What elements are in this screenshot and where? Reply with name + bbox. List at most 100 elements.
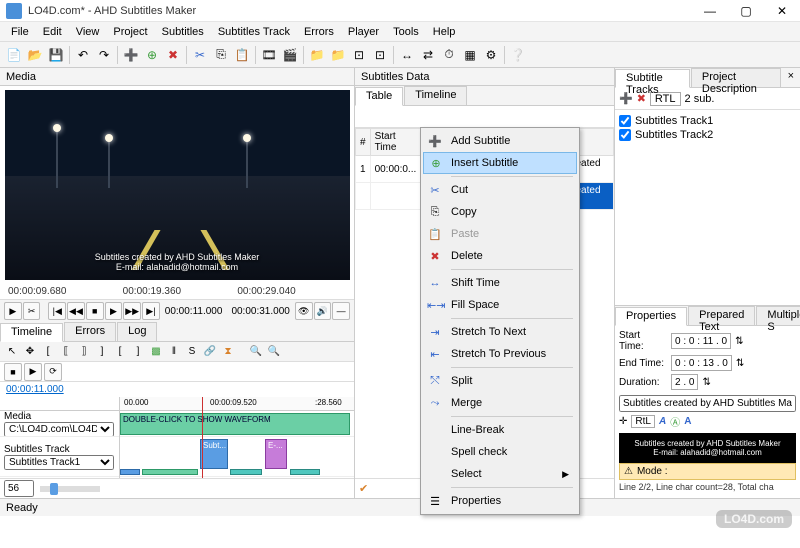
sync-icon[interactable]: ↔ [397,45,417,65]
ctx-split[interactable]: ⤲Split [423,370,577,392]
menu-subtitles-track[interactable]: Subtitles Track [211,24,297,40]
prev-mark-icon[interactable]: |◀ [48,302,66,320]
scissors-icon[interactable]: ✂ [23,302,41,320]
ctx-paste[interactable]: 📋Paste [423,223,577,245]
vol-slider[interactable]: — [332,302,350,320]
export-icon[interactable]: 📁 [328,45,348,65]
pause-icon[interactable]: ‖ [166,344,182,360]
close-panel-icon[interactable]: × [782,68,800,87]
spinner-icon[interactable]: ⇅ [735,336,743,347]
save-icon[interactable]: 💾 [46,45,66,65]
ctx-select[interactable]: Select▶ [423,463,577,485]
track-checkbox[interactable] [619,129,631,141]
mark-in-icon[interactable]: [ [112,344,128,360]
tab-timeline[interactable]: Timeline [0,323,63,342]
redo-icon[interactable]: ↷ [94,45,114,65]
menu-project[interactable]: Project [106,24,154,40]
tl-waveform-clip[interactable]: DOUBLE-CLICK TO SHOW WAVEFORM [120,413,350,435]
minimize-button[interactable]: — [692,0,728,22]
tl-play-icon[interactable]: ▶ [24,363,42,381]
tab-timeline2[interactable]: Timeline [404,86,467,105]
ctx-delete[interactable]: ✖Delete [423,245,577,267]
tl-subtitle-track[interactable]: Subt... E-... [120,437,354,477]
menu-file[interactable]: File [4,24,36,40]
sync2-icon[interactable]: ⇄ [418,45,438,65]
end-time-input[interactable]: 0 : 0 : 13 . 0 [671,355,732,371]
ctx-merge[interactable]: ⤳Merge [423,392,577,414]
import-icon[interactable]: 📁 [307,45,327,65]
tl-sub-clip-1[interactable]: Subt... [200,439,228,469]
menu-errors[interactable]: Errors [297,24,341,40]
video-preview[interactable]: Subtitles created by AHD Subtitles Maker… [5,90,350,280]
ctx-spell-check[interactable]: Spell check [423,441,577,463]
bracket-l2-icon[interactable]: ⟦ [58,344,74,360]
spinner-icon[interactable]: ⇅ [736,358,744,369]
cut-icon[interactable]: ✂ [190,45,210,65]
add2-icon[interactable]: ⊕ [142,45,162,65]
video-icon[interactable]: ▦ [460,45,480,65]
stop-icon[interactable]: ■ [86,302,104,320]
eye-icon[interactable]: 👁 [295,302,313,320]
menu-edit[interactable]: Edit [36,24,69,40]
spinner-icon[interactable]: ⇅ [702,377,710,388]
add-line-icon[interactable]: ✛ [619,416,627,427]
hourglass-icon[interactable]: ⧗ [220,344,236,360]
close-button[interactable]: ✕ [764,0,800,22]
gear-icon[interactable]: ⚙ [481,45,501,65]
list-item[interactable]: Subtitles Track1 [619,114,796,128]
pointer-icon[interactable]: ↖ [4,344,20,360]
maximize-button[interactable]: ▢ [728,0,764,22]
tab-properties[interactable]: Properties [615,307,687,326]
bracket-l-icon[interactable]: [ [40,344,56,360]
tl-loop-icon[interactable]: ⟳ [44,363,62,381]
menu-subtitles[interactable]: Subtitles [155,24,211,40]
copy-icon[interactable]: ⎘ [211,45,231,65]
timeline-cursor[interactable] [202,397,203,478]
ctx-properties[interactable]: ☰Properties [423,490,577,512]
ctx-shift-time[interactable]: ↔Shift Time [423,272,577,294]
bold-icon[interactable]: A [684,416,691,427]
db2-icon[interactable]: ⊡ [370,45,390,65]
bracket-r2-icon[interactable]: ⟧ [76,344,92,360]
wave-icon[interactable]: ▩ [148,344,164,360]
ctx-insert-subtitle[interactable]: ⊕Insert Subtitle [423,152,577,174]
tab-table[interactable]: Table [355,87,403,106]
db-icon[interactable]: ⊡ [349,45,369,65]
timeline-time-link[interactable]: 00:00:11.000 [0,382,354,397]
movie-icon[interactable]: 🎬 [280,45,300,65]
menu-help[interactable]: Help [426,24,463,40]
menu-view[interactable]: View [69,24,107,40]
duration-input[interactable]: 2 . 0 [671,374,698,390]
volume-icon[interactable]: 🔊 [314,302,332,320]
track-checkbox[interactable] [619,115,631,127]
zoom-input[interactable] [4,480,34,497]
tab-log[interactable]: Log [117,322,157,341]
menu-player[interactable]: Player [341,24,386,40]
ctx-add-subtitle[interactable]: ➕Add Subtitle [423,130,577,152]
bracket-r-icon[interactable]: ] [94,344,110,360]
ctx-line-break[interactable]: Line-Break [423,419,577,441]
col-num[interactable]: # [356,129,371,156]
ctx-stretch-prev[interactable]: ⇤Stretch To Previous [423,343,577,365]
tl-sub-clip-2[interactable]: E-... [265,439,287,469]
rtl-btn[interactable]: RtL [631,415,655,428]
ctx-cut[interactable]: ✂Cut [423,179,577,201]
start-time-input[interactable]: 0 : 0 : 11 . 0 [671,333,731,349]
move-icon[interactable]: ✥ [22,344,38,360]
add-icon[interactable]: ➕ [121,45,141,65]
zoom-slider[interactable] [40,486,100,492]
list-item[interactable]: Subtitles Track2 [619,128,796,142]
menu-tools[interactable]: Tools [386,24,426,40]
check-icon[interactable]: ✔ [359,482,368,495]
link-icon[interactable]: 🔗 [202,344,218,360]
open-icon[interactable]: 📂 [25,45,45,65]
new-icon[interactable]: 📄 [4,45,24,65]
tl-media-select[interactable]: C:\LO4D.com\LO4D.com - Test [4,422,114,437]
tl-stop-icon[interactable]: ■ [4,363,22,381]
ctx-fill-space[interactable]: ⇤⇥Fill Space [423,294,577,316]
color-icon[interactable]: Ⓐ [670,414,680,429]
undo-icon[interactable]: ↶ [73,45,93,65]
tl-st-select[interactable]: Subtitles Track1 [4,455,114,470]
tab-prepared-text[interactable]: Prepared Text [688,306,755,325]
tab-project-desc[interactable]: Project Description [691,68,781,87]
